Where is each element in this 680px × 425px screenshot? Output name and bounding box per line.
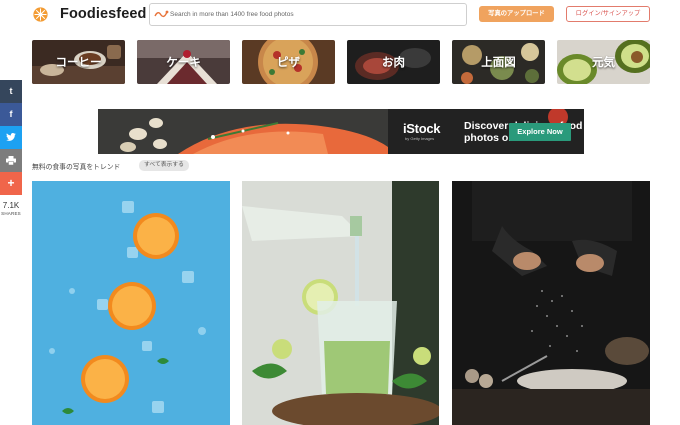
- oranges-image: [32, 181, 230, 425]
- category-label: ピザ: [277, 57, 300, 69]
- mojito-image: [242, 181, 439, 425]
- explore-now-button[interactable]: Explore Now: [509, 123, 571, 141]
- share-label: SHARES: [1, 211, 21, 216]
- category-coffee[interactable]: コーヒー: [32, 40, 125, 84]
- print-icon: [6, 156, 16, 166]
- search-box[interactable]: [149, 3, 467, 26]
- search-input[interactable]: [170, 7, 460, 22]
- twitter-icon: [6, 133, 16, 141]
- category-label: 上面図: [481, 57, 516, 69]
- twitter-share-button[interactable]: [0, 126, 22, 149]
- view-all-button[interactable]: すべて表示する: [139, 160, 189, 171]
- photo-mojito[interactable]: [242, 181, 439, 425]
- category-label: 元気: [592, 57, 615, 69]
- category-label: お肉: [382, 57, 405, 69]
- trending-title: 無料の食事の写真をトレンド: [32, 164, 121, 171]
- plus-icon: +: [7, 176, 15, 190]
- category-row: コーヒー ケーキ ピザ お肉 上面図 元気: [32, 40, 650, 84]
- tumblr-icon: t: [9, 86, 13, 96]
- brand-name[interactable]: Foodiesfeed: [60, 6, 147, 22]
- site-header: Foodiesfeed 写真のアップロード ログイン/サインアップ: [0, 0, 680, 30]
- upload-button[interactable]: 写真のアップロード: [479, 6, 554, 22]
- photo-oranges[interactable]: [32, 181, 230, 425]
- category-label: コーヒー: [55, 57, 102, 69]
- login-signup-button[interactable]: ログイン/サインアップ: [566, 6, 650, 22]
- baker-image: [452, 181, 650, 425]
- istock-tagline: by Getty Images: [405, 136, 435, 141]
- category-healthy[interactable]: 元気: [557, 40, 650, 84]
- istock-logo: iStock: [403, 121, 441, 136]
- share-bar: t f +: [0, 80, 22, 195]
- print-share-button[interactable]: [0, 149, 22, 172]
- logo-icon[interactable]: [33, 7, 48, 22]
- category-pizza[interactable]: ピザ: [242, 40, 335, 84]
- category-top-view[interactable]: 上面図: [452, 40, 545, 84]
- facebook-icon: f: [9, 109, 13, 119]
- category-label: ケーキ: [166, 57, 201, 69]
- photo-baker[interactable]: [452, 181, 650, 425]
- category-cake[interactable]: ケーキ: [137, 40, 230, 84]
- category-meat[interactable]: お肉: [347, 40, 440, 84]
- istock-mini-icon: [154, 10, 169, 18]
- tumblr-share-button[interactable]: t: [0, 80, 22, 103]
- share-count: 7.1K: [2, 201, 20, 210]
- more-share-button[interactable]: +: [0, 172, 22, 195]
- facebook-share-button[interactable]: f: [0, 103, 22, 126]
